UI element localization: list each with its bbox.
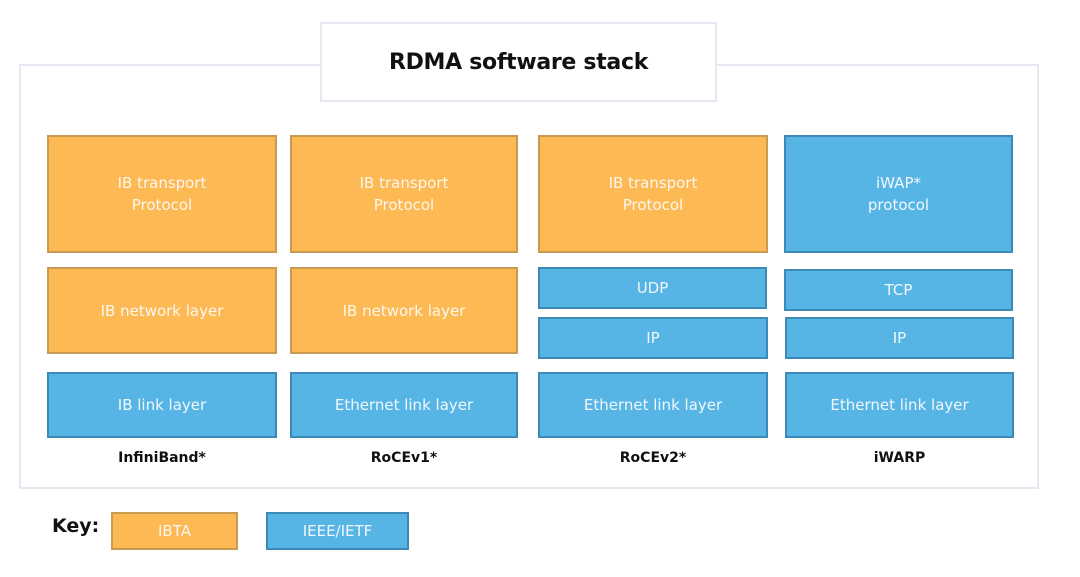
layer-block-ieee-ietf: Ethernet link layer bbox=[785, 372, 1014, 438]
layer-block-ibta: IB transport Protocol bbox=[47, 135, 277, 253]
layer-block-ibta: IB network layer bbox=[47, 267, 277, 354]
layer-block-ieee-ietf: IP bbox=[538, 317, 768, 359]
layer-block-ieee-ietf: UDP bbox=[538, 267, 767, 309]
diagram-title: RDMA software stack bbox=[388, 49, 649, 75]
layer-block-ieee-ietf: Ethernet link layer bbox=[290, 372, 518, 438]
layer-block-ieee-ietf: TCP bbox=[784, 269, 1013, 311]
column-label-rocev1: RoCEv1* bbox=[370, 450, 438, 466]
layer-block-ibta: IB network layer bbox=[290, 267, 518, 354]
key-swatch-ieee-ietf: IEEE/IETF bbox=[266, 512, 409, 550]
layer-block-ibta: IB transport Protocol bbox=[538, 135, 768, 253]
layer-block-ieee-ietf: IB link layer bbox=[47, 372, 277, 438]
layer-block-ieee-ietf: iWAP* protocol bbox=[784, 135, 1013, 253]
layer-block-ieee-ietf: Ethernet link layer bbox=[538, 372, 768, 438]
column-label-iwarp: iWARP bbox=[873, 450, 926, 466]
layer-block-ibta: IB transport Protocol bbox=[290, 135, 518, 253]
key-label: Key: bbox=[52, 515, 100, 537]
layer-block-ieee-ietf: IP bbox=[785, 317, 1014, 359]
key-swatch-ibta: IBTA bbox=[111, 512, 238, 550]
column-label-infiniband: InfiniBand* bbox=[118, 450, 206, 466]
title-box: RDMA software stack bbox=[320, 22, 717, 102]
column-label-rocev2: RoCEv2* bbox=[619, 450, 687, 466]
